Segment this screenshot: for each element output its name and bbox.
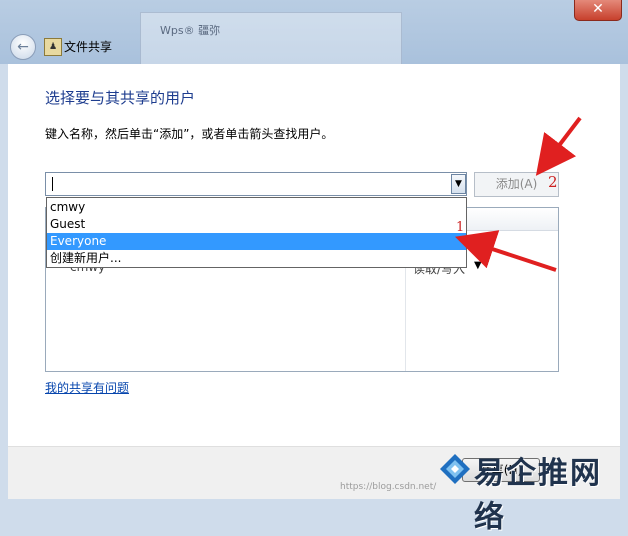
watermark-url: https://blog.csdn.net/ xyxy=(340,482,437,492)
back-arrow-icon[interactable]: ← xyxy=(10,34,36,60)
page-heading: 选择要与其共享的用户 xyxy=(45,89,196,107)
user-name-combobox[interactable] xyxy=(45,172,467,196)
window-title: 文件共享 xyxy=(64,40,113,54)
dropdown-item-create-user[interactable]: 创建新用户... xyxy=(47,250,466,267)
instruction-text: 键入名称，然后单击“添加”，或者单击箭头查找用户。 xyxy=(45,127,334,141)
brand-logo-icon xyxy=(440,454,470,484)
brand-watermark: 易企推网络 xyxy=(474,456,602,535)
annotation-label-2: 2 xyxy=(548,173,558,191)
text-caret xyxy=(52,177,53,191)
add-button[interactable]: 添加(A) xyxy=(474,172,559,197)
user-dropdown-list[interactable]: cmwy Guest Everyone 创建新用户... xyxy=(46,197,467,268)
dropdown-item-everyone[interactable]: Everyone xyxy=(47,233,466,250)
dropdown-item-guest[interactable]: Guest xyxy=(47,216,466,233)
background-window-title: Wps® 疆弥 xyxy=(160,24,221,37)
annotation-label-1: 1 xyxy=(456,220,465,235)
close-button[interactable]: ✕ xyxy=(574,0,622,21)
background-window xyxy=(140,12,402,66)
file-share-icon: ♟ xyxy=(44,38,62,56)
help-link[interactable]: 我的共享有问题 xyxy=(45,379,129,396)
dropdown-item-cmwy[interactable]: cmwy xyxy=(47,199,466,216)
dropdown-arrow-button[interactable]: ▼ xyxy=(451,174,466,194)
permission-dropdown-icon[interactable]: ▼ xyxy=(474,260,482,271)
